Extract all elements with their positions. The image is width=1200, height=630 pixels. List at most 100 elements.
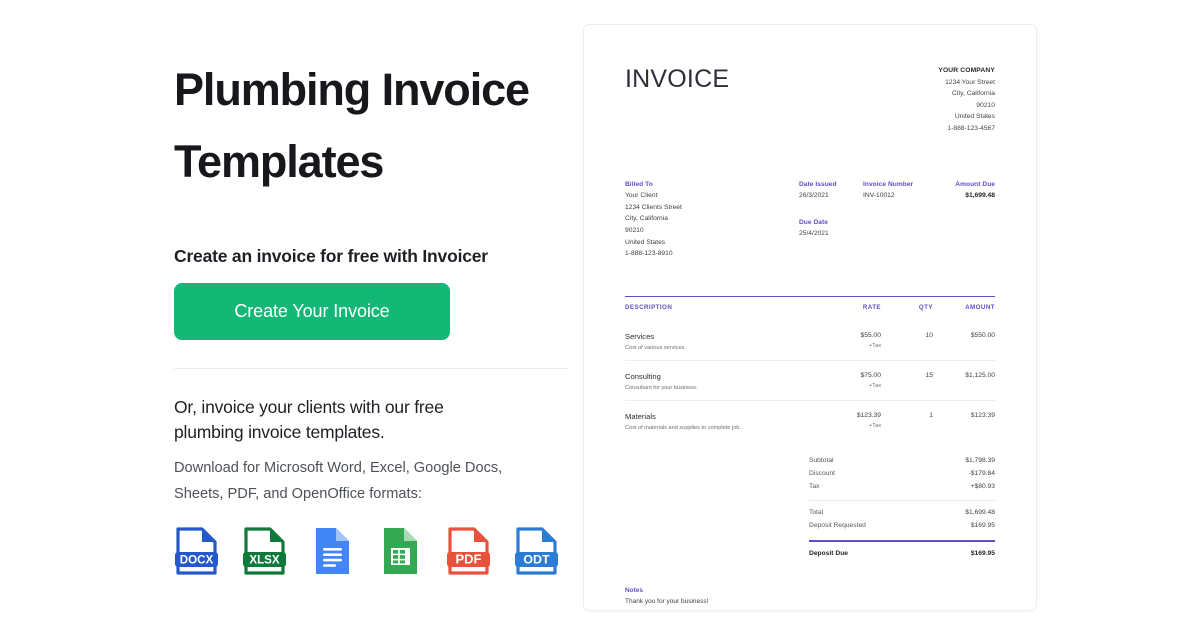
company-street: 1234 Your Street [945,78,995,86]
notes-text: Thank you for your business! [625,597,709,605]
client-country: United States [625,238,666,246]
company-country: United States [954,113,995,121]
invoice-title: INVOICE [625,65,730,93]
invoice-number-value: INV-10012 [863,192,895,200]
deposit-due-row: Deposit Due $169.95 [809,542,995,560]
billed-to-block: Billed To Your Client 1234 Clients Stree… [625,179,682,260]
item-rate: $123.39 [856,412,881,420]
billed-to-label: Billed To [625,180,653,188]
invoice-preview-card[interactable]: INVOICE YOUR COMPANY 1234 Your Street Ci… [583,24,1037,611]
discount-label: Discount [809,470,836,478]
table-top-rule [625,295,995,298]
date-issued-value: 26/3/2021 [799,192,829,200]
item-rate: $75.00 [860,372,881,380]
deposit-requested-value: $169.95 [970,522,995,530]
company-city: City, California [952,90,995,98]
odt-label: ODT [523,553,550,567]
table-row: Consulting Consultant for your business.… [625,360,995,400]
item-description: Cost of materials and supplies to comple… [625,425,741,432]
table-row: Materials Cost of materials and supplies… [625,400,995,440]
invoice-document: INVOICE YOUR COMPANY 1234 Your Street Ci… [584,25,1036,610]
invoice-preview-column: INVOICE YOUR COMPANY 1234 Your Street Ci… [583,0,1200,630]
due-date-value: 25/4/2021 [799,230,829,238]
due-date-block: Due Date 25/4/2021 [799,217,863,240]
docx-file-icon[interactable]: DOCX [174,526,219,576]
line-items-header: DESCRIPTION RATE QTY AMOUNT [625,304,995,311]
pdf-label: PDF [456,552,482,567]
item-rate: $55.00 [860,332,881,340]
templates-promo-line-1: Or, invoice your clients with our free [174,397,444,417]
download-formats-line-2: Sheets, PDF, and OpenOffice formats: [174,486,422,502]
company-zip: 90210 [976,101,995,109]
subtotal-label: Subtotal [809,457,834,465]
column-header-description: DESCRIPTION [625,304,673,312]
total-value: $1,699.48 [965,509,995,517]
amount-due-label: Amount Due [955,180,995,188]
invoice-meta: Billed To Your Client 1234 Clients Stree… [625,179,995,260]
item-tax: +Tax [869,423,881,430]
discount-row: Discount -$179.84 [809,467,995,480]
due-date-label: Due Date [799,218,828,226]
xlsx-label: XLSX [249,553,280,566]
invoice-number-block: Invoice Number INV-10012 [863,179,939,260]
invoice-footer: Notes Thank you for your business! Terms… [625,587,995,610]
odt-file-icon[interactable]: ODT [514,526,559,576]
subtotal-row: Subtotal $1,798.39 [809,454,995,467]
create-invoice-button[interactable]: Create Your Invoice [174,283,450,340]
invoice-header: INVOICE YOUR COMPANY 1234 Your Street Ci… [625,65,995,135]
client-city: City, California [625,215,668,223]
notes-block: Notes Thank you for your business! [625,587,995,607]
pdf-file-icon[interactable]: PDF [446,526,491,576]
column-header-amount: AMOUNT [965,304,995,312]
client-zip: 90210 [625,226,644,234]
deposit-due-label: Deposit Due [809,549,849,557]
column-header-qty: QTY [918,304,933,312]
landing-page: Plumbing Invoice Templates Create an inv… [0,0,1200,630]
tax-label: Tax [809,483,820,491]
invoice-meta-right: Date Issued 26/3/2021 Due Date 25/4/2021… [799,179,995,260]
google-sheets-icon[interactable] [378,526,423,576]
tax-row: Tax +$80.93 [809,480,995,493]
xlsx-file-icon[interactable]: XLSX [242,526,287,576]
item-tax: +Tax [869,343,881,350]
page-title-line-2: Templates [174,136,384,187]
docx-label: DOCX [180,553,214,566]
file-format-icon-row: DOCX XLSX PDF ODT [174,526,583,576]
item-qty: 10 [925,332,933,340]
deposit-requested-row: Deposit Requested $169.95 [809,519,995,532]
google-docs-icon[interactable] [310,526,355,576]
amount-due-value: $1,699.48 [965,192,995,200]
page-title: Plumbing Invoice Templates [174,54,574,198]
subtotal-value: $1,798.39 [965,457,995,465]
deposit-requested-label: Deposit Requested [809,522,866,530]
item-name: Services [625,332,655,342]
download-formats-text: Download for Microsoft Word, Excel, Goog… [174,455,524,507]
notes-label: Notes [625,586,644,594]
date-issued-block: Date Issued 26/3/2021 Due Date 25/4/2021 [799,179,863,260]
line-items-body: Services Cost of various services. $55.0… [625,321,995,440]
discount-value: -$179.84 [968,470,995,478]
tax-value: +$80.93 [970,483,995,491]
item-amount: $1,125.00 [965,372,995,380]
company-name: YOUR COMPANY [938,67,995,74]
client-street: 1234 Clients Street [625,203,682,211]
item-tax: +Tax [869,383,881,390]
invoice-totals: Subtotal $1,798.39 Discount -$179.84 Tax… [625,454,995,560]
totals-divider [809,500,995,502]
deposit-due-value: $169.95 [970,549,995,557]
item-description: Consultant for your business. [625,385,698,392]
hero-subheading: Create an invoice for free with Invoicer [174,246,488,266]
item-description: Cost of various services. [625,345,686,352]
company-phone: 1-888-123-4567 [947,124,995,132]
page-title-line-1: Plumbing Invoice [174,64,530,115]
templates-promo-line-2: plumbing invoice templates. [174,422,385,442]
total-row: Total $1,699.48 [809,506,995,519]
hero-column: Plumbing Invoice Templates Create an inv… [0,0,583,630]
client-phone: 1-888-123-8910 [625,250,673,258]
section-divider [174,368,568,369]
download-formats-line-1: Download for Microsoft Word, Excel, Goog… [174,460,503,476]
invoice-number-label: Invoice Number [863,180,914,188]
item-name: Consulting [625,372,661,382]
date-issued-label: Date Issued [799,180,837,188]
item-name: Materials [625,412,656,422]
